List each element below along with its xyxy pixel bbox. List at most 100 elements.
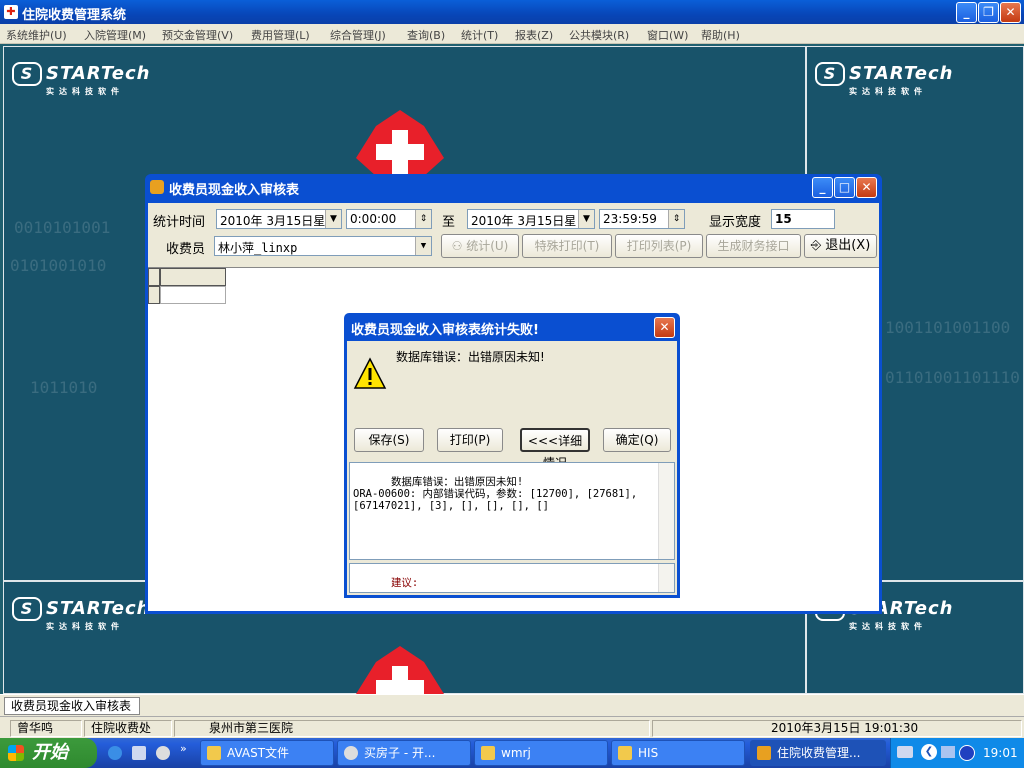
generate-finance-button[interactable]: 生成财务接口	[706, 234, 801, 258]
exit-button[interactable]: ⎆ 退出(X)	[804, 234, 877, 258]
spinner-icon[interactable]: ⇕	[668, 210, 684, 228]
status-dept: 住院收费处	[84, 720, 172, 737]
date-from-picker[interactable]: 2010年 3月15日星 ▼	[216, 209, 342, 229]
red-cross-icon	[356, 110, 444, 176]
minimize-button[interactable]: _	[956, 2, 977, 23]
child-maximize-button[interactable]: □	[834, 177, 855, 198]
detail-scrollbar[interactable]	[658, 463, 674, 559]
chevron-down-icon[interactable]: ▼	[325, 210, 341, 228]
status-user: 曾华鸣	[10, 720, 82, 737]
menu-public[interactable]: 公共模块(R)	[569, 27, 629, 43]
door-icon: ⎆	[810, 238, 826, 253]
folder-icon	[618, 746, 632, 760]
to-label: 至	[442, 215, 456, 230]
chevron-down-icon[interactable]: ▼	[415, 237, 431, 255]
startech-logo: SSTARTech实达科技软件	[815, 62, 953, 96]
stat-button[interactable]: ⚇ 统计(U)	[441, 234, 519, 258]
keyboard-icon[interactable]	[897, 746, 913, 758]
chevron-down-icon[interactable]: ▼	[578, 210, 594, 228]
details-button[interactable]: <<<详细情况	[520, 428, 590, 470]
child-close-button[interactable]: ✕	[856, 177, 877, 198]
bg-digits: 01101001101110	[885, 368, 1020, 387]
menu-window[interactable]: 窗口(W)	[647, 27, 688, 43]
app-titlebar: ✚ 住院收费管理系统 _ ❐ ✕	[0, 0, 1024, 24]
antivirus-icon[interactable]	[959, 745, 975, 761]
quicklaunch-more-icon[interactable]: »	[180, 742, 187, 755]
taskbar-item[interactable]: 买房子 - 开...	[337, 740, 471, 766]
menu-admission[interactable]: 入院管理(M)	[84, 27, 146, 43]
grid-header-cell	[160, 268, 226, 286]
taskbar-item[interactable]: wmrj	[474, 740, 608, 766]
menu-stats[interactable]: 统计(T)	[461, 27, 498, 43]
taskbar-item[interactable]: AVAST文件	[200, 740, 334, 766]
bg-digits: 0010101001	[14, 218, 111, 237]
menu-query[interactable]: 查询(B)	[407, 27, 445, 43]
binoculars-icon: ⚇	[451, 239, 467, 253]
bg-digits: 1001101001100	[885, 318, 1011, 337]
menu-general[interactable]: 综合管理(J)	[330, 27, 386, 43]
time-to-spinner[interactable]: 23:59:59 ⇕	[599, 209, 685, 229]
startech-logo: SSTARTech实达科技软件	[12, 597, 150, 631]
menubar: 系统维护(U) 入院管理(M) 预交金管理(V) 费用管理(L) 综合管理(J)…	[0, 24, 1024, 44]
menu-fees[interactable]: 费用管理(L)	[251, 27, 310, 43]
cashier-select[interactable]: 林小萍_linxp ▼	[214, 236, 432, 256]
bg-digits: 1011010	[30, 378, 98, 397]
startech-logo: SSTARTech实达科技软件	[12, 62, 150, 96]
close-button[interactable]: ✕	[1000, 2, 1021, 23]
taskbar-item[interactable]: HIS	[611, 740, 745, 766]
date-to-picker[interactable]: 2010年 3月15日星 ▼	[467, 209, 595, 229]
tray-expand-icon[interactable]: ❮	[921, 744, 937, 760]
system-tray: ❮ 19:01	[890, 738, 1024, 768]
child-minimize-button[interactable]: _	[812, 177, 833, 198]
start-button[interactable]: 开始	[0, 738, 97, 768]
error-dialog-body: 数据库错误：出错原因未知! 保存(S) 打印(P) <<<详细情况 确定(Q) …	[347, 341, 677, 595]
menu-help[interactable]: 帮助(H)	[701, 27, 740, 43]
suggestion-scrollbar[interactable]	[658, 564, 674, 592]
error-detail-text[interactable]: 数据库错误：出错原因未知! ORA-00600: 内部错误代码，参数: [127…	[349, 462, 675, 560]
status-hospital: 泉州市第三医院	[174, 720, 650, 737]
quicklaunch-app-icon[interactable]	[132, 746, 146, 760]
status-datetime: 2010年3月15日 19:01:30	[652, 720, 1022, 737]
suggestion-text[interactable]: 建议:	[349, 563, 675, 593]
dialog-close-button[interactable]: ✕	[654, 317, 675, 338]
folder-icon	[207, 746, 221, 760]
folder-icon	[481, 746, 495, 760]
taskbar: 开始 » AVAST文件 买房子 - 开... wmrj HIS 住院收费管理.…	[0, 738, 1024, 768]
menu-reports[interactable]: 报表(Z)	[515, 27, 553, 43]
browser-icon	[344, 746, 358, 760]
grid-row-header	[148, 286, 160, 304]
grid-cell[interactable]	[160, 286, 226, 304]
windows-logo-icon	[8, 745, 24, 761]
quicklaunch-ie-icon[interactable]	[108, 746, 122, 760]
app-icon: ✚	[4, 5, 18, 19]
quicklaunch-app-icon[interactable]	[156, 746, 170, 760]
app-icon	[757, 746, 771, 760]
menu-deposit[interactable]: 预交金管理(V)	[162, 27, 233, 43]
error-dialog-title: 收费员现金收入审核表统计失败!	[351, 323, 539, 338]
print-list-button[interactable]: 打印列表(P)	[615, 234, 703, 258]
clock[interactable]: 19:01	[983, 746, 1018, 760]
network-icon[interactable]	[941, 746, 955, 758]
ok-button[interactable]: 确定(Q)	[603, 428, 671, 452]
error-message: 数据库错误：出错原因未知!	[396, 350, 545, 364]
error-dialog: 收费员现金收入审核表统计失败! ✕ 数据库错误：出错原因未知! 保存(S) 打印…	[344, 313, 680, 598]
width-input[interactable]: 15	[771, 209, 835, 229]
statusbar: 曾华鸣 住院收费处 泉州市第三医院 2010年3月15日 19:01:30	[0, 716, 1024, 738]
save-button[interactable]: 保存(S)	[354, 428, 424, 452]
width-label: 显示宽度	[709, 215, 762, 230]
cashier-label: 收费员	[166, 242, 206, 257]
special-print-button[interactable]: 特殊打印(T)	[522, 234, 612, 258]
report-window-title: 收费员现金收入审核表	[169, 183, 300, 198]
stat-time-label: 统计时间	[153, 215, 206, 230]
print-button[interactable]: 打印(P)	[437, 428, 503, 452]
menu-system[interactable]: 系统维护(U)	[6, 27, 67, 43]
document-tab[interactable]: 收费员现金收入审核表	[4, 697, 140, 715]
document-tabbar: 收费员现金收入审核表	[0, 694, 1024, 716]
restore-button[interactable]: ❐	[978, 2, 999, 23]
time-from-spinner[interactable]: 0:00:00 ⇕	[346, 209, 432, 229]
app-title: 住院收费管理系统	[22, 8, 127, 23]
window-icon	[150, 180, 164, 194]
spinner-icon[interactable]: ⇕	[415, 210, 431, 228]
bg-digits: 0101001010	[10, 256, 107, 275]
taskbar-item-active[interactable]: 住院收费管理...	[750, 740, 886, 766]
